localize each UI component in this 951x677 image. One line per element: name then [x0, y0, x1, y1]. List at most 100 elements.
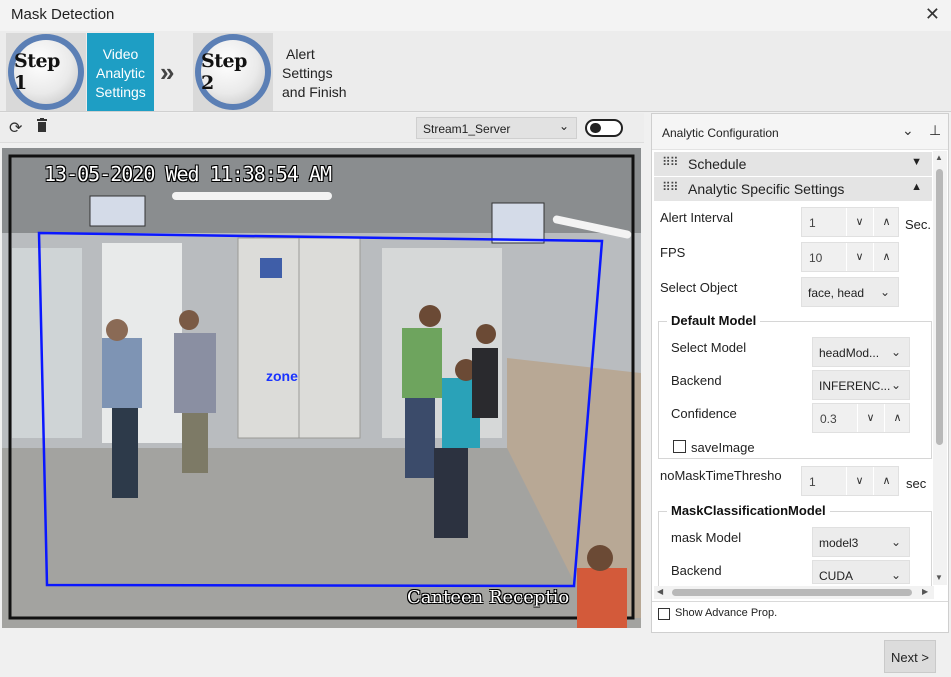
no-mask-threshold-unit: sec — [906, 476, 927, 491]
stream-select[interactable]: Stream1_Server ⌄ — [416, 117, 577, 139]
chevron-up-icon[interactable]: ∧ — [873, 467, 899, 495]
confidence-stepper[interactable]: 0.3 ∨ ∧ — [812, 403, 910, 433]
pin-icon[interactable]: ⊥ — [929, 122, 941, 139]
mask-backend-dropdown[interactable]: CUDA ⌄ — [812, 560, 910, 584]
scroll-right-icon[interactable]: ▶ — [922, 587, 928, 596]
fps-stepper[interactable]: 10 ∨ ∧ — [801, 242, 899, 272]
chevron-up-icon[interactable]: ∧ — [873, 208, 899, 236]
panel-footer: Show Advance Prop. — [652, 601, 948, 632]
alert-interval-unit: Sec. — [905, 217, 932, 232]
step-1-line-3: Settings — [95, 84, 146, 100]
stream-toggle[interactable] — [585, 119, 623, 137]
title-bar: Mask Detection ✕ — [0, 0, 951, 31]
select-model-dropdown[interactable]: headMod... ⌄ — [812, 337, 910, 367]
select-object-label: Select Object — [660, 280, 738, 295]
chevron-up-icon[interactable]: ▲ — [911, 181, 922, 193]
mask-model-value: model3 — [819, 536, 859, 550]
chevron-down-icon[interactable]: ▼ — [911, 156, 922, 168]
chevron-down-icon: ⌄ — [890, 345, 901, 359]
alert-interval-value: 1 — [809, 216, 816, 230]
video-timestamp: 13-05-2020 Wed 11:38:54 AM — [44, 162, 332, 186]
default-model-title: Default Model — [667, 313, 761, 328]
chevron-up-icon[interactable]: ∧ — [873, 243, 899, 271]
close-icon[interactable]: ✕ — [925, 4, 940, 25]
mask-model-dropdown[interactable]: model3 ⌄ — [812, 527, 910, 557]
fps-value: 10 — [809, 251, 823, 265]
select-model-value: headMod... — [819, 346, 880, 360]
no-mask-threshold-label: noMaskTimeThresho — [660, 468, 782, 483]
mask-model-title: MaskClassificationModel — [667, 503, 830, 518]
next-button[interactable]: Next > — [884, 640, 936, 673]
chevron-down-icon: ⌄ — [890, 568, 901, 582]
drag-handle-icon: ⠿⠿ — [662, 180, 679, 194]
show-advance-checkbox[interactable] — [658, 608, 670, 620]
step-1-badge[interactable]: Step 1 — [6, 33, 86, 111]
stream-select-value: Stream1_Server — [423, 122, 511, 136]
window-title: Mask Detection — [11, 6, 115, 23]
backend-label: Backend — [671, 373, 722, 388]
trash-icon[interactable] — [36, 118, 48, 137]
confidence-value: 0.3 — [820, 412, 837, 426]
no-mask-threshold-value: 1 — [809, 475, 816, 489]
video-location-label: Canteen Receptio — [407, 587, 570, 608]
mask-backend-value: CUDA — [819, 569, 854, 583]
select-model-label: Select Model — [671, 340, 747, 355]
step-2-label[interactable]: Alert Settings and Finish — [282, 33, 362, 111]
alert-interval-stepper[interactable]: 1 ∨ ∧ — [801, 207, 899, 237]
backend-value: INFERENC... — [819, 379, 891, 393]
chevron-right-icon: » — [160, 57, 175, 87]
confidence-label: Confidence — [671, 406, 737, 421]
vertical-scroll-thumb[interactable] — [936, 169, 943, 445]
step-2-line-3: and Finish — [282, 84, 347, 100]
alert-interval-label: Alert Interval — [660, 210, 733, 225]
horizontal-scroll-thumb[interactable] — [672, 589, 912, 596]
analytic-config-panel: Analytic Configuration ⌄ ⊥ ⠿⠿ Schedule ▼… — [651, 113, 949, 633]
chevron-down-icon[interactable]: ∨ — [846, 208, 872, 236]
video-toolbar: ⟳ Stream1_Server ⌄ — [0, 113, 644, 143]
section-analytic-specific-label: Analytic Specific Settings — [688, 181, 845, 197]
refresh-icon[interactable]: ⟳ — [9, 118, 22, 138]
step-2-badge[interactable]: Step 2 — [193, 33, 273, 111]
select-object-dropdown[interactable]: face, head ⌄ — [801, 277, 899, 307]
section-schedule[interactable]: ⠿⠿ Schedule ▼ — [654, 152, 932, 176]
scroll-up-icon[interactable]: ▲ — [935, 153, 943, 162]
select-object-value: face, head — [808, 286, 865, 300]
camera-scene — [2, 148, 641, 628]
mask-backend-label: Backend — [671, 563, 722, 578]
backend-dropdown[interactable]: INFERENC... ⌄ — [812, 370, 910, 400]
chevron-down-icon[interactable]: ∨ — [857, 404, 883, 432]
chevron-down-icon: ⌄ — [890, 535, 901, 549]
step-2-line-1: Alert — [286, 46, 315, 62]
drag-handle-icon: ⠿⠿ — [662, 155, 679, 169]
save-image-label: saveImage — [691, 440, 755, 455]
chevron-down-icon[interactable]: ⌄ — [902, 122, 914, 139]
save-image-checkbox[interactable] — [673, 440, 686, 453]
panel-title: Analytic Configuration — [662, 126, 779, 140]
video-frame[interactable]: 13-05-2020 Wed 11:38:54 AM zone Canteen … — [2, 148, 641, 628]
chevron-down-icon[interactable]: ∨ — [846, 467, 872, 495]
scroll-down-icon[interactable]: ▼ — [935, 573, 943, 582]
section-schedule-label: Schedule — [688, 156, 747, 172]
chevron-down-icon: ⌄ — [890, 378, 901, 392]
step-1-text: Step 1 — [14, 40, 78, 104]
chevron-down-icon[interactable]: ∨ — [846, 243, 872, 271]
no-mask-threshold-stepper[interactable]: 1 ∨ ∧ — [801, 466, 899, 496]
horizontal-scrollbar[interactable]: ◀ ▶ — [654, 586, 934, 599]
wizard-steps: Step 1 Video Analytic Settings » Step 2 … — [0, 31, 951, 112]
zone-label: zone — [266, 368, 298, 384]
panel-header: Analytic Configuration ⌄ ⊥ — [652, 114, 948, 150]
step-1-line-1: Video — [102, 46, 139, 62]
step-1-label[interactable]: Video Analytic Settings — [87, 33, 154, 111]
mask-model-label: mask Model — [671, 530, 742, 545]
step-2-line-2: Settings — [282, 65, 333, 81]
vertical-scrollbar[interactable]: ▲ ▼ — [933, 151, 947, 585]
chevron-down-icon: ⌄ — [879, 285, 890, 299]
section-analytic-specific[interactable]: ⠿⠿ Analytic Specific Settings ▲ — [654, 177, 932, 201]
show-advance-label: Show Advance Prop. — [675, 607, 778, 619]
step-2-text: Step 2 — [201, 40, 265, 104]
fps-label: FPS — [660, 245, 686, 260]
chevron-down-icon: ⌄ — [558, 119, 569, 133]
chevron-up-icon[interactable]: ∧ — [884, 404, 910, 432]
scroll-left-icon[interactable]: ◀ — [657, 587, 663, 596]
step-1-line-2: Analytic — [95, 65, 146, 81]
